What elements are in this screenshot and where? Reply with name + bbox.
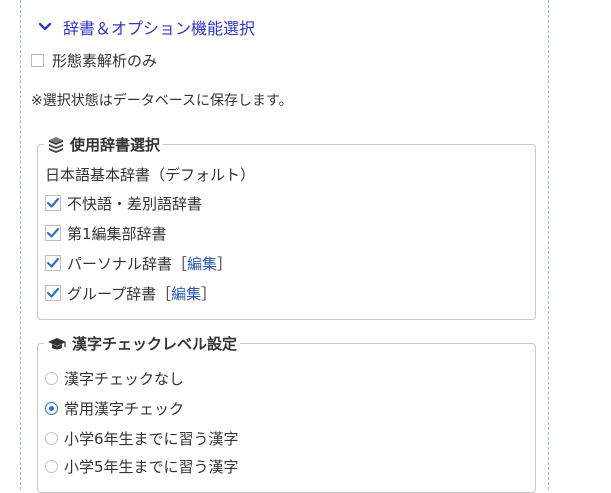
kanji-option-grade5[interactable]: 小学5年生までに習う漢字	[45, 456, 239, 476]
morph-only-checkbox[interactable]: 形態素解析のみ	[31, 50, 157, 70]
dictionary-legend: 使用辞書選択	[44, 134, 163, 155]
dict-item-group[interactable]: グループ辞書［ 編集 ］	[45, 283, 216, 303]
default-dictionary-label: 日本語基本辞書（デフォルト）	[45, 166, 256, 184]
checkbox-checked-icon[interactable]	[45, 225, 61, 241]
radio-button[interactable]	[45, 431, 58, 445]
checkbox-checked-icon[interactable]	[45, 285, 61, 301]
dict-item-editorial[interactable]: 第1編集部辞書	[45, 223, 167, 243]
kanji-level-legend: 漢字チェックレベル設定	[44, 333, 240, 354]
kanji-level-legend-text: 漢字チェックレベル設定	[72, 335, 238, 353]
section-title: 辞書＆オプション機能選択	[63, 19, 256, 38]
checkbox-box[interactable]	[31, 53, 44, 67]
dict-item-label: 第1編集部辞書	[67, 224, 167, 243]
kanji-option-label: 小学6年生までに習う漢字	[64, 429, 239, 448]
chevron-down-icon	[38, 22, 52, 31]
kanji-option-none[interactable]: 漢字チェックなし	[45, 368, 184, 388]
radio-button[interactable]	[45, 371, 58, 385]
dict-item-label: 不快語・差別語辞書	[67, 194, 203, 213]
dict-item-label: グループ辞書［	[67, 284, 172, 303]
bracket-close: ］	[217, 254, 233, 273]
radio-button[interactable]	[45, 459, 58, 473]
kanji-option-grade6[interactable]: 小学6年生までに習う漢字	[45, 428, 239, 448]
radio-button-selected[interactable]	[45, 401, 58, 415]
kanji-option-joyo[interactable]: 常用漢字チェック	[45, 398, 184, 418]
save-note: ※選択状態はデータベースに保存します。	[31, 93, 293, 109]
dictionary-options-toggle[interactable]: 辞書＆オプション機能選択	[37, 14, 255, 40]
bracket-close: ］	[201, 284, 217, 303]
morph-only-label: 形態素解析のみ	[52, 51, 158, 70]
kanji-option-label: 常用漢字チェック	[64, 399, 185, 418]
edit-personal-link[interactable]: 編集	[187, 253, 217, 274]
checkbox-checked-icon[interactable]	[45, 255, 61, 271]
dictionary-legend-text: 使用辞書選択	[70, 136, 161, 154]
books-icon	[49, 136, 63, 153]
graduation-cap-icon	[48, 337, 66, 349]
edit-group-link[interactable]: 編集	[171, 283, 201, 304]
checkbox-checked-icon[interactable]	[45, 195, 61, 211]
dict-item-offensive[interactable]: 不快語・差別語辞書	[45, 193, 202, 213]
kanji-option-label: 小学5年生までに習う漢字	[64, 457, 239, 476]
kanji-option-label: 漢字チェックなし	[64, 369, 185, 388]
dict-item-label: パーソナル辞書［	[67, 254, 188, 273]
dict-item-personal[interactable]: パーソナル辞書［ 編集 ］	[45, 253, 232, 273]
